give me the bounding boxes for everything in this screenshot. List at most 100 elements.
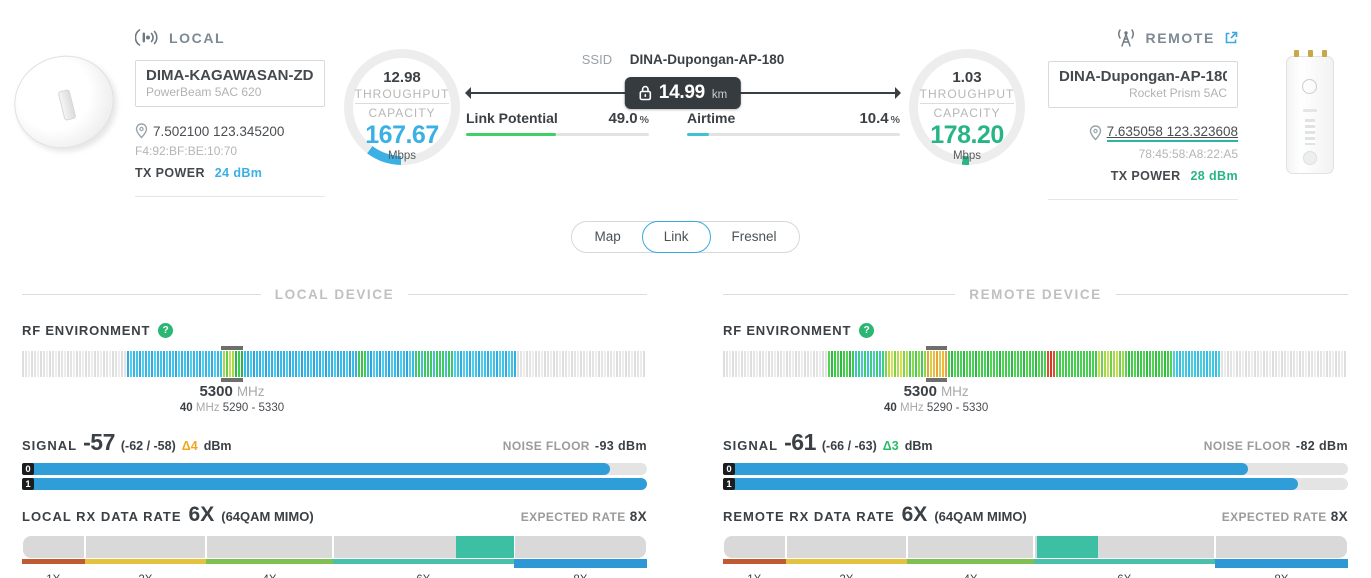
frequency-value: 5300 [199, 383, 232, 400]
remote-mac-address: 78:45:58:A8:22:A5 [1048, 147, 1238, 161]
remote-coordinates-link[interactable]: 7.635058 123.323608 [1107, 124, 1238, 142]
spectrum-stripe [948, 351, 950, 377]
spectrum-stripe [735, 351, 737, 377]
spectrum-stripe [508, 351, 510, 377]
spectrum-stripe [394, 351, 396, 377]
spectrum-stripe [918, 351, 920, 377]
ubiquiti-logo [1302, 79, 1317, 94]
spectrum-stripe [1170, 351, 1172, 377]
local-signal-value: -57 [83, 429, 115, 456]
map-pin-icon [1089, 125, 1102, 141]
spectrum-stripe [514, 351, 516, 377]
spectrum-stripe [355, 351, 357, 377]
spectrum-stripe [271, 351, 273, 377]
signal-unit: dBm [204, 439, 232, 453]
spectrum-stripe [175, 351, 177, 377]
spectrum-stripe [409, 351, 411, 377]
spectrum-stripe [1059, 351, 1061, 377]
remote-device-card[interactable]: DINA-Dupongan-AP-180 Rocket Prism 5AC [1048, 61, 1238, 108]
spectrum-stripe [448, 351, 450, 377]
spectrum-stripe [487, 351, 489, 377]
spectrum-stripe [436, 351, 438, 377]
spectrum-stripe [1251, 351, 1253, 377]
current-rate-marker [456, 536, 514, 558]
expected-rate-value: 8X [630, 509, 647, 524]
spectrum-stripe [813, 351, 815, 377]
spectrum-stripe [1233, 351, 1235, 377]
spectrum-stripe [1320, 351, 1322, 377]
tab-link[interactable]: Link [642, 221, 711, 253]
help-icon[interactable]: ? [859, 323, 874, 338]
spectrum-stripe [1314, 351, 1316, 377]
spectrum-stripe [490, 351, 492, 377]
device-leds [1305, 119, 1315, 145]
spectrum-stripe [46, 351, 48, 377]
spectrum-stripe [846, 351, 848, 377]
airtime-metric: Airtime 10.4% [687, 110, 900, 136]
rate-axis-label: 6X [416, 574, 430, 578]
spectrum-stripe [1332, 351, 1334, 377]
spectrum-stripe [957, 351, 959, 377]
spectrum-stripe [400, 351, 402, 377]
spectrum-stripe [388, 351, 390, 377]
local-device-model: PowerBeam 5AC 620 [146, 85, 314, 99]
spectrum-stripe [744, 351, 746, 377]
help-icon[interactable]: ? [158, 323, 173, 338]
local-device-name: DIMA-KAGAWASAN-ZD... [146, 67, 314, 84]
spectrum-stripe [825, 351, 827, 377]
spectrum-stripe [352, 351, 354, 377]
spectrum-stripe [61, 351, 63, 377]
local-device-card[interactable]: DIMA-KAGAWASAN-ZD... PowerBeam 5AC 620 [135, 60, 325, 107]
spectrum-stripe [1299, 351, 1301, 377]
local-coordinates: 7.502100 123.345200 [153, 124, 284, 139]
spectrum-stripe [94, 351, 96, 377]
spectrum-stripe [403, 351, 405, 377]
tab-fresnel[interactable]: Fresnel [710, 221, 799, 253]
spectrum-stripe [726, 351, 728, 377]
spectrum-stripe [136, 351, 138, 377]
spectrum-stripe [82, 351, 84, 377]
spectrum-stripe [1275, 351, 1277, 377]
rf-environment-row: RF ENVIRONMENT ? [22, 323, 647, 338]
spectrum-stripe [1218, 351, 1220, 377]
chain-1-bar: 1 [22, 478, 647, 490]
device-button [1303, 151, 1317, 165]
spectrum-stripe [804, 351, 806, 377]
spectrum-stripe [598, 351, 600, 377]
tab-map[interactable]: Map [572, 221, 642, 253]
local-rate-row: LOCAL RX DATA RATE 6X (64QAM MIMO) EXPEC… [22, 503, 647, 527]
external-link-icon[interactable] [1224, 31, 1238, 45]
spectrum-stripe [295, 351, 297, 377]
spectrum-stripe [502, 351, 504, 377]
spectrum-stripe [451, 351, 453, 377]
spectrum-stripe [1068, 351, 1070, 377]
link-potential-bar [466, 133, 649, 136]
remote-signal-delta: Δ3 [883, 439, 899, 453]
spectrum-stripe [106, 351, 108, 377]
spectrum-stripe [343, 351, 345, 377]
spectrum-stripe [274, 351, 276, 377]
spectrum-stripe [921, 351, 923, 377]
remote-throughput-gauge: 1.03 THROUGHPUT CAPACITY 178.20 Mbps [909, 49, 1025, 165]
spectrum-stripe [622, 351, 624, 377]
spectrum-stripe [1260, 351, 1262, 377]
spectrum-stripe [133, 351, 135, 377]
spectrum-stripe [535, 351, 537, 377]
device-detail [1303, 109, 1317, 112]
spectrum-stripe [541, 351, 543, 377]
local-rx-rate-value: 6X [189, 503, 215, 527]
remote-rf-spectrum [723, 351, 1348, 377]
link-potential-metric: Link Potential 49.0% [466, 110, 649, 136]
spectrum-stripe [196, 351, 198, 377]
spectrum-stripe [828, 351, 830, 377]
divider [408, 294, 647, 295]
spectrum-stripe [349, 351, 351, 377]
spectrum-stripe [574, 351, 576, 377]
spectrum-stripe [1089, 351, 1091, 377]
gauge-label: THROUGHPUT [355, 87, 450, 104]
rate-strip-6x [1034, 559, 1215, 564]
spectrum-stripe [373, 351, 375, 377]
spectrum-stripe [831, 351, 833, 377]
spectrum-stripe [906, 351, 908, 377]
spectrum-stripe [1008, 351, 1010, 377]
